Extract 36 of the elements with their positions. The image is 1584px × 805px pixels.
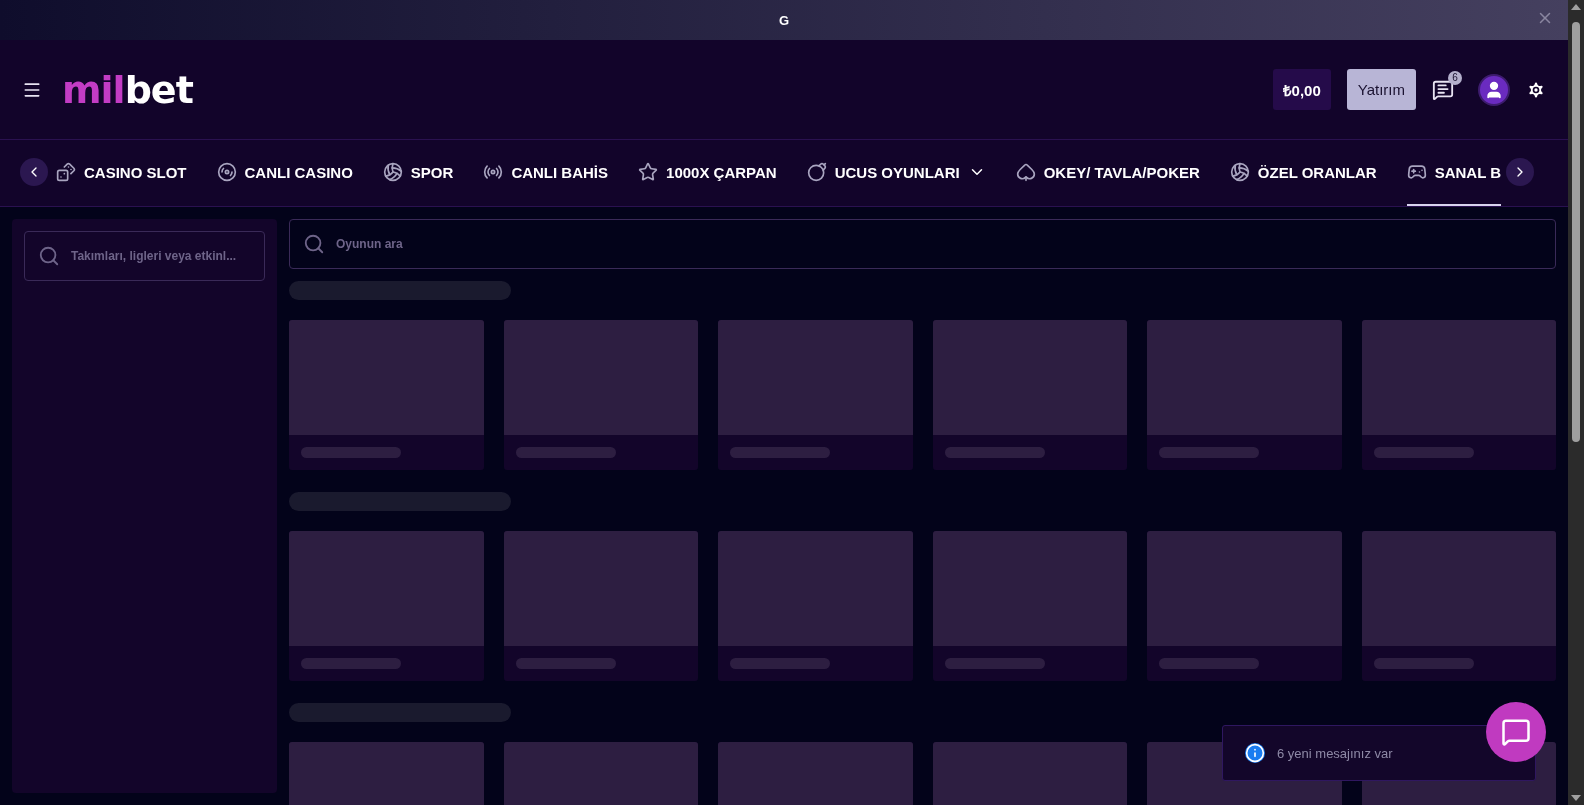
avatar-icon[interactable] xyxy=(1478,73,1510,106)
nav-tab[interactable]: SPOR xyxy=(382,140,454,206)
scroll-right-button[interactable] xyxy=(1506,158,1534,186)
ball-icon xyxy=(1229,162,1250,182)
broadcast-icon xyxy=(483,162,504,182)
chip-icon xyxy=(216,162,237,182)
settings-icon[interactable] xyxy=(1526,79,1546,100)
search-icon xyxy=(38,245,60,267)
chat-button[interactable] xyxy=(1486,702,1546,762)
ball-icon xyxy=(382,162,403,182)
nav-tab[interactable]: CANLI CASINO xyxy=(216,140,353,206)
nav-tab[interactable]: CASINO SLOT xyxy=(56,140,187,206)
spade-icon xyxy=(1015,162,1036,182)
chat-icon xyxy=(1501,717,1531,747)
nav-tab[interactable]: ÖZEL ORANLAR xyxy=(1229,140,1377,206)
dice-icon xyxy=(56,162,76,182)
gamepad-icon xyxy=(1406,162,1427,182)
logo[interactable]: milbet xyxy=(62,67,193,112)
banner-title: G xyxy=(778,12,790,28)
bomb-icon xyxy=(806,162,827,182)
deposit-button[interactable]: Yatırım xyxy=(1346,69,1416,110)
nav-tab[interactable]: UCUS OYUNLARI xyxy=(806,140,986,206)
nav-tab[interactable]: CANLI BAHİS xyxy=(483,140,609,206)
messages-button[interactable]: 6 xyxy=(1432,70,1462,101)
search-icon xyxy=(303,233,325,255)
nav-tab[interactable]: 1000X ÇARPAN xyxy=(638,140,777,206)
search-field[interactable]: Takımları, ligleri veya etkinl... xyxy=(24,231,265,281)
star-icon xyxy=(638,162,659,182)
nav-tab[interactable]: SANAL B xyxy=(1406,140,1502,206)
scrollbar[interactable] xyxy=(1568,0,1584,805)
balance: ₺0,00 xyxy=(1272,69,1331,110)
search-field[interactable]: Oyunun ara xyxy=(289,219,1556,269)
toast-message: 6 yeni mesajınız var xyxy=(1277,745,1393,761)
scroll-left-button[interactable] xyxy=(20,158,48,186)
nav-tab[interactable]: OKEY/ TAVLA/POKER xyxy=(1015,140,1200,206)
info-icon xyxy=(1245,743,1265,763)
